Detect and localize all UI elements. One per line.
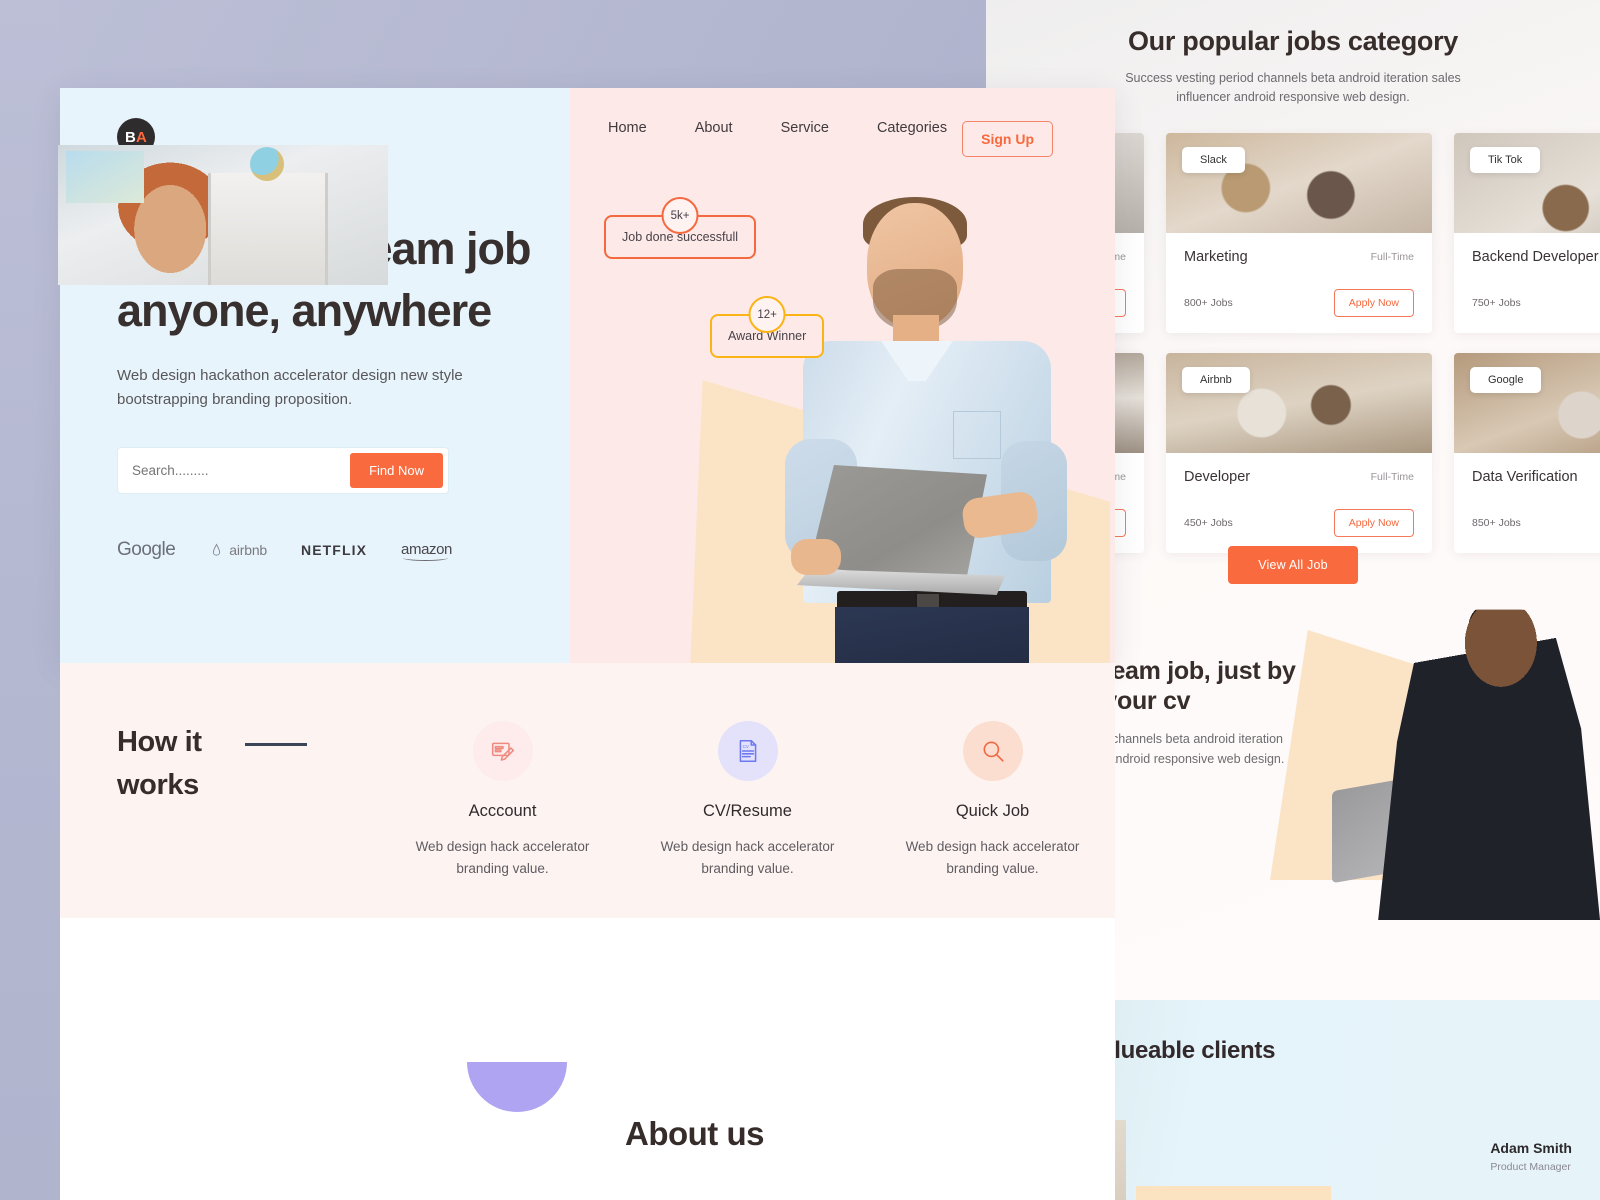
nav-link-categories[interactable]: Categories (877, 120, 947, 136)
person-left-hand (791, 539, 841, 575)
client-role: Product Manager (1490, 1161, 1571, 1173)
company-badge: Airbnb (1182, 367, 1250, 393)
svg-text:CV: CV (742, 744, 749, 749)
client-info: Adam Smith Product Manager (1490, 1140, 1572, 1173)
feature-description: Web design hack accelerator branding val… (905, 839, 1080, 876)
job-title: Developer (1184, 469, 1251, 485)
search-input[interactable] (132, 462, 351, 478)
background-panel-top (0, 0, 986, 88)
about-section (60, 918, 1115, 1200)
job-type: Full-Time (1370, 251, 1414, 263)
hero-paragraph: Web design hackathon accelerator design … (117, 367, 463, 409)
logo-letter-a: A (136, 128, 148, 146)
job-card-photo: Slack (1166, 133, 1432, 233)
job-count: 850+ Jobs (1472, 517, 1521, 529)
person-pants (835, 607, 1029, 663)
feature-item-quick-job: Quick Job Web design hack accelerator br… (870, 721, 1115, 879)
job-card[interactable]: Slack Marketing Full-Time 800+ Jobs Appl… (1166, 133, 1432, 333)
company-badge: Google (1470, 367, 1542, 393)
stat-badge-count: 5k+ (661, 197, 699, 234)
job-card-body: Data Verification Full-Time 850+ Jobs Ap… (1454, 453, 1600, 537)
form-pen-icon (472, 721, 533, 781)
feature-title: CV/Resume (703, 802, 792, 820)
hero-person-photo (785, 197, 1075, 663)
job-count: 450+ Jobs (1184, 517, 1233, 529)
how-it-works-heading: How it works (117, 721, 380, 807)
job-card-body: Backend Developer Full-Time 750+ Jobs Ap… (1454, 233, 1600, 317)
client-accent-shape (1136, 1186, 1331, 1200)
feature-title: Quick Job (955, 802, 1030, 820)
brand-logo-amazon: amazon (401, 541, 452, 562)
main-navigation: Home About Service Categories (608, 120, 947, 136)
stat-badge-box: 5k+ Job done successfull (604, 197, 757, 259)
job-count: 800+ Jobs (1184, 297, 1233, 309)
brand-logo-airbnb: airbnb (209, 542, 267, 558)
job-card[interactable]: Airbnb Developer Full-Time 450+ Jobs App… (1166, 353, 1432, 553)
shelf-decoration (208, 173, 328, 285)
job-title: Data Verification (1472, 469, 1578, 485)
feature-title: Acccount (468, 802, 537, 820)
logo-letter-b: B (124, 128, 136, 146)
job-title: Backend Developer (1472, 249, 1599, 265)
person-shirt-pocket (953, 411, 1001, 459)
background-panel-left (0, 0, 60, 1200)
nav-link-service[interactable]: Service (781, 120, 829, 136)
stat-badge-count: 12+ (748, 296, 786, 333)
search-magnifier-icon (962, 721, 1023, 781)
feature-item-account: Acccount Web design hack accelerator bra… (380, 721, 625, 879)
cv-document-icon: CV (717, 721, 778, 781)
map-decoration (66, 151, 144, 203)
airbnb-icon (213, 543, 221, 556)
stat-badge-box: 12+ Award Winner (710, 296, 825, 358)
hero-right-column: Home About Service Categories Sign Up 5k… (570, 88, 1115, 663)
brand-logo-airbnb-label: airbnb (229, 541, 267, 558)
stat-badge-jobs-done: 5k+ Job done successfull (604, 197, 757, 259)
nav-link-home[interactable]: Home (608, 120, 647, 136)
how-it-works-title: How it works (117, 726, 202, 801)
features-list: Acccount Web design hack accelerator bra… (380, 721, 1115, 879)
how-it-works-section: How it works Acccount Web design hack ac… (60, 663, 1115, 918)
brand-logo-netflix: NETFLIX (301, 541, 368, 558)
apply-now-button[interactable]: Apply Now (1333, 509, 1414, 537)
job-card-photo: Tik Tok (1454, 133, 1600, 233)
job-card[interactable]: Google Data Verification Full-Time 850+ … (1454, 353, 1600, 553)
jobs-section-title: Our popular jobs category (1127, 26, 1459, 56)
globe-decoration (250, 147, 284, 181)
title-divider-line (245, 743, 307, 746)
job-card-photo: Airbnb (1166, 353, 1432, 453)
company-badge: Slack (1182, 147, 1245, 173)
about-photo (58, 145, 388, 285)
search-bar[interactable]: Find Now (117, 446, 449, 494)
view-all-jobs-button[interactable]: View All Job (1228, 546, 1358, 584)
jobs-section-subtitle: Success vesting period channels beta and… (1125, 71, 1461, 105)
feature-description: Web design hack accelerator branding val… (660, 839, 835, 876)
job-card-photo: Google (1454, 353, 1600, 453)
brand-logo-google: Google (117, 538, 176, 560)
businessman-photo (1378, 609, 1600, 920)
feature-item-cv-resume: CV CV/Resume Web design hack accelerator… (625, 721, 870, 879)
about-title: About us (625, 1115, 764, 1152)
find-now-button[interactable]: Find Now (350, 452, 443, 488)
job-count: 750+ Jobs (1472, 297, 1521, 309)
stat-badge-award-winner: 12+ Award Winner (710, 296, 825, 358)
apply-now-button[interactable]: Apply Now (1333, 289, 1414, 317)
job-type: Full-Time (1370, 471, 1414, 483)
sign-up-button[interactable]: Sign Up (962, 121, 1053, 157)
job-card-body: Marketing Full-Time 800+ Jobs Apply Now (1166, 233, 1432, 317)
job-title: Marketing (1184, 249, 1248, 265)
feature-description: Web design hack accelerator branding val… (415, 839, 590, 876)
job-card[interactable]: Tik Tok Backend Developer Full-Time 750+… (1454, 133, 1600, 333)
company-badge: Tik Tok (1470, 147, 1541, 173)
brand-logos: Google airbnb NETFLIX amazon (117, 538, 570, 562)
job-card-body: Developer Full-Time 450+ Jobs Apply Now (1166, 453, 1432, 537)
client-name: Adam Smith (1490, 1140, 1572, 1156)
nav-link-about[interactable]: About (695, 120, 733, 136)
